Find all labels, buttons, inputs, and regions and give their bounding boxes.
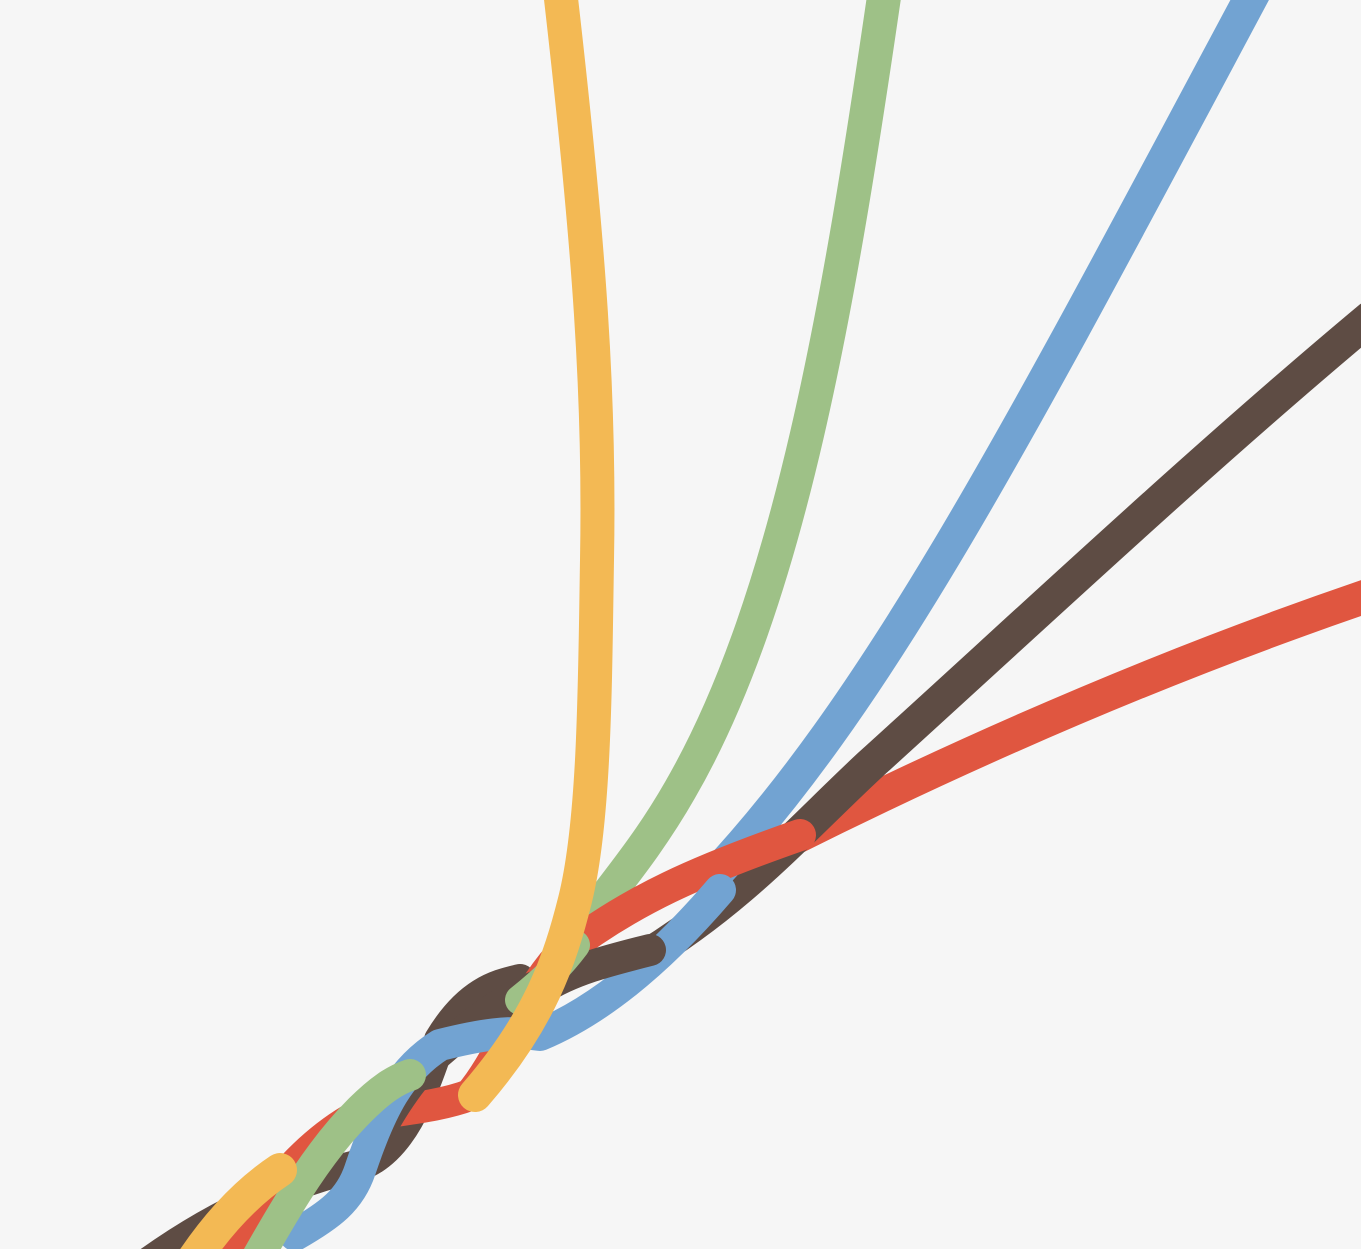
braided-strands-illustration bbox=[0, 0, 1361, 1249]
